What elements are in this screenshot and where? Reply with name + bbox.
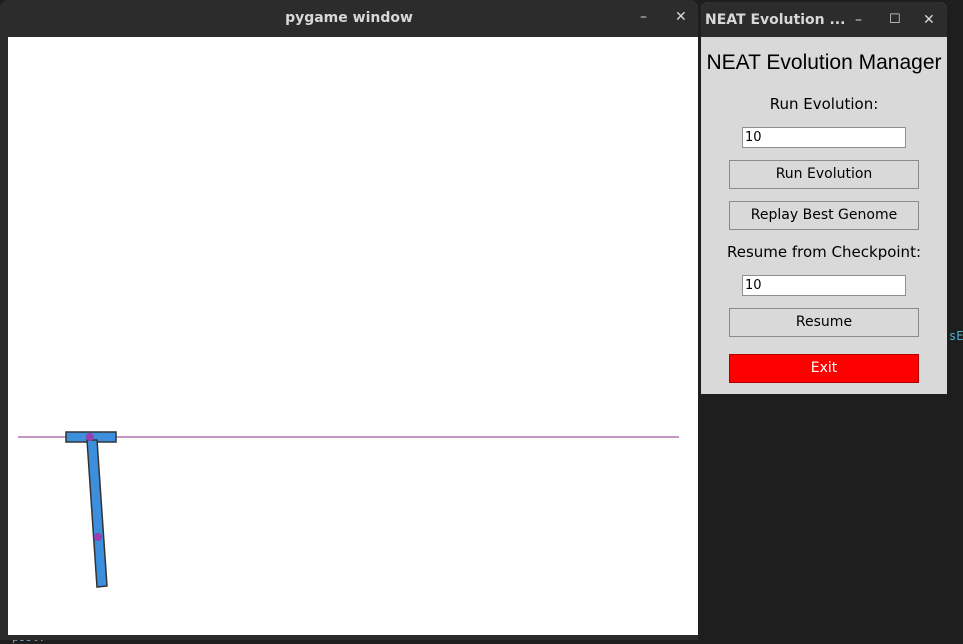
pygame-window: pygame window – ✕ xyxy=(0,0,698,640)
page-title: NEAT Evolution Manager xyxy=(706,51,942,74)
exit-button[interactable]: Exit xyxy=(729,354,919,383)
hinge-joint xyxy=(86,433,94,441)
pygame-titlebar[interactable]: pygame window – ✕ xyxy=(0,0,698,37)
simulation-canvas xyxy=(8,37,698,635)
pole xyxy=(86,439,108,588)
minimize-icon[interactable]: – xyxy=(640,9,647,25)
generations-input[interactable] xyxy=(742,127,906,148)
resume-button[interactable]: Resume xyxy=(729,308,919,337)
pole-joint xyxy=(94,533,102,541)
neat-window-title: NEAT Evolution ... xyxy=(705,12,846,28)
run-evolution-button[interactable]: Run Evolution xyxy=(729,160,919,189)
close-icon[interactable]: ✕ xyxy=(923,12,935,28)
checkpoint-input[interactable] xyxy=(742,275,906,296)
replay-best-genome-button[interactable]: Replay Best Genome xyxy=(729,201,919,230)
neat-manager-window: NEAT Evolution ... – ☐ ✕ NEAT Evolution … xyxy=(701,2,947,394)
close-icon[interactable]: ✕ xyxy=(675,9,687,25)
neat-titlebar[interactable]: NEAT Evolution ... – ☐ ✕ xyxy=(701,2,947,37)
maximize-icon[interactable]: ☐ xyxy=(889,12,901,27)
minimize-icon[interactable]: – xyxy=(855,12,862,28)
simulation-scene xyxy=(18,431,679,588)
resume-checkpoint-label: Resume from Checkpoint: xyxy=(726,243,922,261)
run-evolution-label: Run Evolution: xyxy=(769,95,879,113)
editor-text-fragment: sE xyxy=(949,329,963,343)
pygame-window-title: pygame window xyxy=(285,10,413,26)
